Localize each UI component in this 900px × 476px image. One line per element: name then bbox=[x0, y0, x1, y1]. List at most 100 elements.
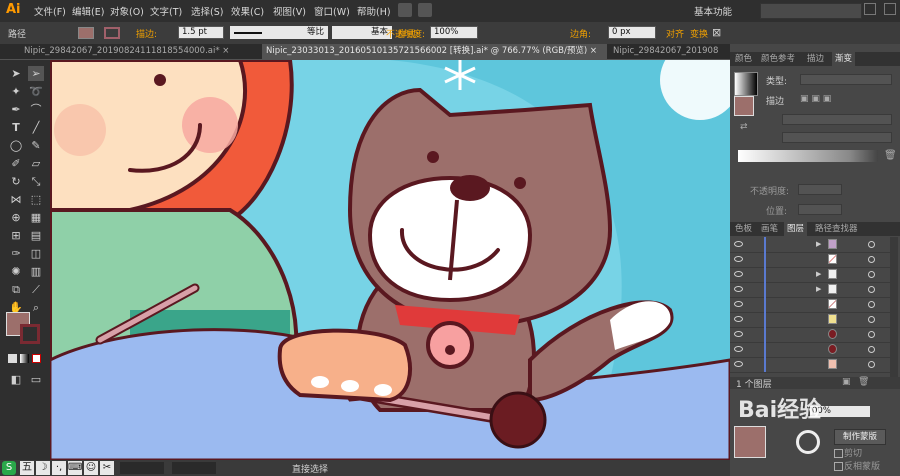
target-icon[interactable] bbox=[868, 331, 875, 338]
menu-select[interactable]: 选择(S) bbox=[191, 4, 223, 18]
transform-link[interactable]: 变换 bbox=[690, 27, 708, 40]
align-link[interactable]: 对齐 bbox=[666, 27, 684, 40]
none-mode-icon[interactable] bbox=[32, 354, 41, 363]
ime-keyboard-icon[interactable]: ⌨ bbox=[68, 461, 82, 475]
isolate-icon[interactable]: ⊠ bbox=[712, 26, 726, 40]
ime-settings-icon[interactable]: ✂ bbox=[100, 461, 114, 475]
slice-tool-icon[interactable]: ⟋ bbox=[28, 282, 44, 297]
workspace-switcher[interactable]: 基本功能 bbox=[694, 4, 732, 18]
search-field[interactable] bbox=[760, 3, 862, 19]
layers-scrollbar[interactable] bbox=[890, 237, 898, 377]
tab-document-3[interactable]: Nipic_29842067_201908 bbox=[609, 44, 730, 59]
ime-logo-icon[interactable]: S bbox=[2, 461, 16, 475]
artboard-tool-icon[interactable]: ⧉ bbox=[8, 282, 24, 297]
stroke-gradient-icons[interactable]: ▣ ▣ ▣ bbox=[800, 94, 840, 105]
delete-stop-icon[interactable]: 🗑 bbox=[884, 150, 897, 161]
angle-field[interactable] bbox=[782, 114, 892, 125]
menu-type[interactable]: 文字(T) bbox=[150, 4, 182, 18]
stop-position-field[interactable] bbox=[798, 204, 842, 215]
layer-row[interactable]: ▶ bbox=[730, 237, 890, 253]
ime-moon-icon[interactable]: ☽ bbox=[36, 461, 50, 475]
invert-mask-checkbox[interactable] bbox=[834, 462, 843, 471]
tab-brushes[interactable]: 画笔 bbox=[758, 222, 781, 236]
screen-mode-icon[interactable]: ▭ bbox=[28, 372, 44, 387]
gradient-mode-icon[interactable] bbox=[20, 354, 29, 363]
opacity-field[interactable]: 100% bbox=[430, 26, 478, 39]
layer-row[interactable] bbox=[730, 357, 890, 373]
visibility-icon[interactable] bbox=[734, 241, 743, 247]
shape-builder-icon[interactable]: ⊕ bbox=[8, 210, 24, 225]
gradient-preview[interactable] bbox=[734, 72, 758, 96]
target-icon[interactable] bbox=[868, 256, 875, 263]
layer-row[interactable] bbox=[730, 297, 890, 313]
brush-definition[interactable]: 基本 bbox=[332, 26, 392, 39]
aspect-field[interactable] bbox=[782, 132, 892, 143]
target-icon[interactable] bbox=[868, 286, 875, 293]
tab-swatches[interactable]: 色板 bbox=[732, 222, 755, 236]
visibility-icon[interactable] bbox=[734, 286, 743, 292]
ellipse-tool-icon[interactable]: ◯ bbox=[8, 138, 24, 153]
tab-document-1[interactable]: Nipic_29842067_20190824111818554000.ai* … bbox=[20, 44, 260, 59]
ime-user-icon[interactable]: ☺ bbox=[84, 461, 98, 475]
fill-swatch[interactable] bbox=[78, 27, 94, 39]
delete-layer-icon[interactable]: 🗑 bbox=[858, 377, 869, 387]
ime-punct-icon[interactable]: ·, bbox=[52, 461, 66, 475]
shaper-icon[interactable]: ✐ bbox=[8, 156, 24, 171]
visibility-icon[interactable] bbox=[734, 361, 743, 367]
minimize-icon[interactable] bbox=[864, 3, 876, 15]
expand-arrow-icon[interactable]: ▶ bbox=[816, 270, 821, 278]
gradient-tool-icon[interactable]: ▤ bbox=[28, 228, 44, 243]
visibility-icon[interactable] bbox=[734, 256, 743, 262]
expand-arrow-icon[interactable]: ▶ bbox=[816, 240, 821, 248]
line-tool-icon[interactable]: ╱ bbox=[28, 120, 44, 135]
clip-checkbox[interactable] bbox=[834, 449, 843, 458]
tab-gradient[interactable]: 渐变 bbox=[832, 52, 856, 66]
visibility-icon[interactable] bbox=[734, 301, 743, 307]
eyedropper-icon[interactable]: ✑ bbox=[8, 246, 24, 261]
layer-row[interactable] bbox=[730, 342, 890, 358]
width-tool-icon[interactable]: ⋈ bbox=[8, 192, 24, 207]
menu-view[interactable]: 视图(V) bbox=[273, 4, 306, 18]
layer-row[interactable]: ▶ bbox=[730, 267, 890, 283]
symbol-sprayer-icon[interactable]: ✺ bbox=[8, 264, 24, 279]
stroke-weight-field[interactable]: 1.5 pt bbox=[178, 26, 224, 39]
tab-document-2[interactable]: Nipic_23033013_20160510135721566002 [转换]… bbox=[262, 44, 607, 59]
menu-file[interactable]: 文件(F) bbox=[34, 4, 66, 18]
artboard-navigator[interactable] bbox=[172, 462, 216, 474]
target-icon[interactable] bbox=[868, 271, 875, 278]
curvature-icon[interactable]: ⌒ bbox=[28, 102, 44, 117]
reverse-gradient-icon[interactable]: ⇄ bbox=[740, 122, 750, 132]
arrange-icon[interactable] bbox=[418, 3, 432, 17]
opacity-label[interactable]: 不透明度: bbox=[386, 27, 425, 40]
magic-wand-icon[interactable]: ✦ bbox=[8, 84, 24, 99]
menu-help[interactable]: 帮助(H) bbox=[357, 4, 391, 18]
make-mask-button[interactable]: 制作蒙版 bbox=[834, 429, 886, 445]
zoom-tool-icon[interactable]: ⌕ bbox=[28, 300, 44, 315]
visibility-icon[interactable] bbox=[734, 346, 743, 352]
free-transform-icon[interactable]: ⬚ bbox=[28, 192, 44, 207]
target-icon[interactable] bbox=[868, 301, 875, 308]
paintbrush-icon[interactable]: ✎ bbox=[28, 138, 44, 153]
target-icon[interactable] bbox=[868, 346, 875, 353]
scale-icon[interactable]: ⤡ bbox=[28, 174, 44, 189]
rotate-icon[interactable]: ↻ bbox=[8, 174, 24, 189]
direct-selection-tool-icon[interactable]: ➢ bbox=[28, 66, 44, 81]
tab-pathfinder[interactable]: 路径查找器 bbox=[812, 222, 861, 236]
pen-tool-icon[interactable]: ✒ bbox=[8, 102, 24, 117]
close-icon[interactable] bbox=[884, 3, 896, 15]
menu-window[interactable]: 窗口(W) bbox=[314, 4, 350, 18]
perspective-grid-icon[interactable]: ▦ bbox=[28, 210, 44, 225]
stroke-link[interactable]: 描边: bbox=[136, 27, 157, 40]
layer-row[interactable] bbox=[730, 327, 890, 343]
blend-icon[interactable]: ◫ bbox=[28, 246, 44, 261]
menu-effect[interactable]: 效果(C) bbox=[231, 4, 264, 18]
menu-object[interactable]: 对象(O) bbox=[110, 4, 144, 18]
visibility-icon[interactable] bbox=[734, 271, 743, 277]
draw-mode-icon[interactable]: ◧ bbox=[8, 372, 24, 387]
corner-radius-field[interactable]: 0 px bbox=[608, 26, 656, 39]
visibility-icon[interactable] bbox=[734, 316, 743, 322]
layer-row[interactable] bbox=[730, 252, 890, 268]
gradient-slider[interactable] bbox=[738, 150, 878, 162]
menu-edit[interactable]: 编辑(E) bbox=[72, 4, 104, 18]
lasso-icon[interactable]: ➰ bbox=[28, 84, 44, 99]
